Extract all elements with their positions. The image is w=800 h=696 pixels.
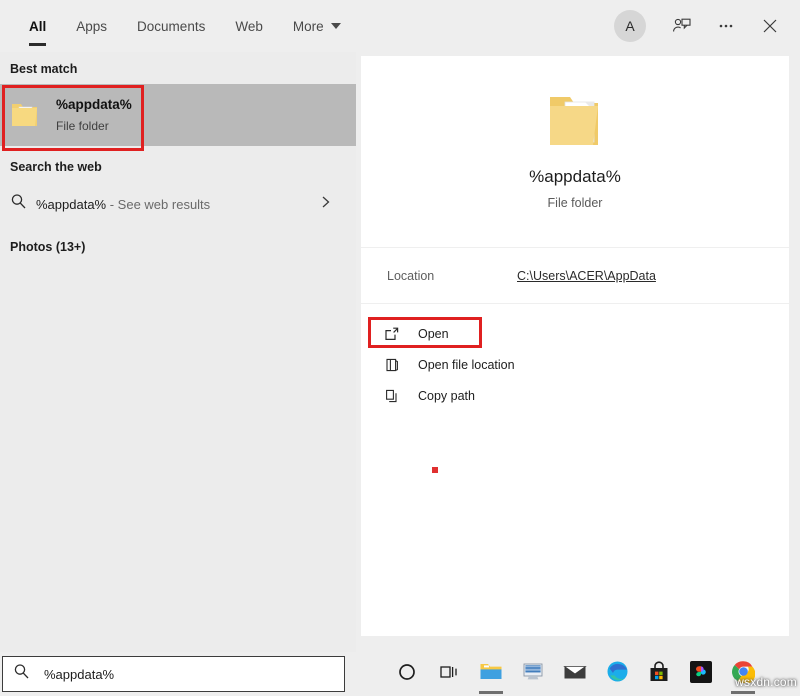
- taskbar-search-input[interactable]: %appdata%: [2, 656, 345, 692]
- tab-web-label: Web: [235, 19, 263, 34]
- store-icon: [648, 661, 670, 688]
- search-icon: [13, 663, 30, 685]
- avatar-initial: A: [625, 18, 634, 34]
- preview-subtitle: File folder: [548, 196, 603, 210]
- remote-desktop-button[interactable]: [512, 652, 554, 696]
- copy-icon: [383, 387, 400, 404]
- tab-apps[interactable]: Apps: [61, 0, 122, 52]
- chevron-right-icon[interactable]: [319, 195, 346, 214]
- tab-more[interactable]: More: [278, 0, 356, 52]
- results-pane: Best match %appdata% File folder Search …: [0, 52, 356, 652]
- action-open-file-location-label: Open file location: [418, 358, 515, 372]
- file-explorer-icon: [479, 661, 503, 687]
- figma-icon: [690, 661, 712, 688]
- task-view-icon: [438, 662, 460, 687]
- preview-actions: Open Open file location: [361, 304, 789, 411]
- chevron-down-icon: [331, 23, 341, 29]
- edge-icon: [606, 660, 629, 688]
- monitor-icon: [521, 661, 545, 687]
- person-feedback-icon[interactable]: [662, 6, 702, 46]
- folder-icon: [545, 93, 605, 151]
- location-link[interactable]: C:\Users\ACER\AppData: [517, 269, 656, 283]
- preview-panel: %appdata% File folder Location C:\Users\…: [361, 56, 789, 636]
- search-tabbar: All Apps Documents Web More A: [0, 0, 800, 52]
- tab-all[interactable]: All: [14, 0, 61, 52]
- folder-icon: [10, 101, 40, 129]
- preview-title: %appdata%: [529, 167, 621, 187]
- preview-hero: %appdata% File folder: [361, 56, 789, 248]
- action-open-label: Open: [418, 327, 449, 341]
- action-open-file-location[interactable]: Open file location: [361, 349, 789, 380]
- photos-header: Photos (13+): [0, 226, 356, 262]
- action-copy-path-label: Copy path: [418, 389, 475, 403]
- action-open[interactable]: Open: [361, 318, 789, 349]
- taskbar-icons: [386, 652, 764, 696]
- action-copy-path[interactable]: Copy path: [361, 380, 789, 411]
- search-web-header: Search the web: [0, 146, 356, 182]
- tab-documents[interactable]: Documents: [122, 0, 220, 52]
- preview-location-row: Location C:\Users\ACER\AppData: [361, 248, 789, 304]
- best-match-result[interactable]: %appdata% File folder: [0, 84, 356, 146]
- search-tabs: All Apps Documents Web More: [0, 0, 356, 52]
- tab-documents-label: Documents: [137, 19, 205, 34]
- red-dot-marker: [432, 467, 438, 473]
- task-view-button[interactable]: [428, 652, 470, 696]
- best-match-header: Best match: [0, 52, 356, 84]
- taskbar-search-value: %appdata%: [44, 667, 114, 682]
- location-label: Location: [387, 269, 517, 283]
- web-result-label: %appdata% - See web results: [36, 197, 210, 212]
- ellipsis-icon[interactable]: [706, 6, 746, 46]
- mail-button[interactable]: [554, 652, 596, 696]
- avatar[interactable]: A: [614, 10, 646, 42]
- search-flyout: All Apps Documents Web More A: [0, 0, 800, 652]
- chrome-button[interactable]: [722, 652, 764, 696]
- tab-apps-label: Apps: [76, 19, 107, 34]
- tab-all-label: All: [29, 19, 46, 34]
- folder-open-icon: [383, 356, 400, 373]
- web-result-suffix: - See web results: [106, 197, 210, 212]
- taskbar: %appdata%: [0, 652, 800, 696]
- tab-more-label: More: [293, 19, 324, 34]
- open-external-icon: [383, 325, 400, 342]
- cortana-button[interactable]: [386, 652, 428, 696]
- file-explorer-button[interactable]: [470, 652, 512, 696]
- figma-button[interactable]: [680, 652, 722, 696]
- best-match-text: %appdata% File folder: [56, 96, 132, 133]
- windows-search-screen: All Apps Documents Web More A: [0, 0, 800, 696]
- tab-web[interactable]: Web: [220, 0, 278, 52]
- web-result-row[interactable]: %appdata% - See web results: [0, 182, 356, 226]
- close-icon[interactable]: [750, 6, 790, 46]
- best-match-subtitle: File folder: [56, 118, 132, 134]
- edge-button[interactable]: [596, 652, 638, 696]
- mail-icon: [563, 662, 587, 686]
- search-icon: [10, 193, 36, 215]
- header-actions: A: [614, 0, 790, 52]
- best-match-title: %appdata%: [56, 96, 132, 114]
- web-result-query: %appdata%: [36, 197, 106, 212]
- microsoft-store-button[interactable]: [638, 652, 680, 696]
- watermark: wsxdn.com: [735, 675, 797, 689]
- circle-icon: [397, 662, 417, 687]
